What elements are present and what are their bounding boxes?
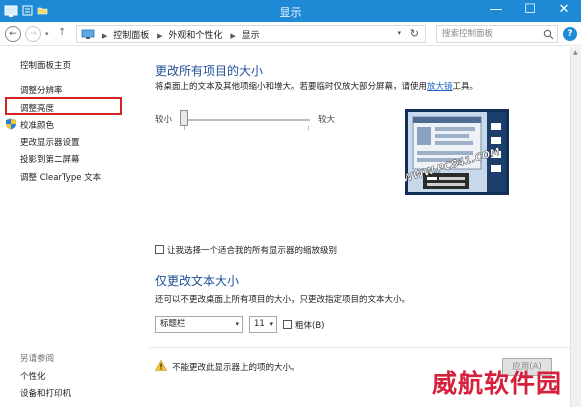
scroll-up-icon[interactable]: ▲	[573, 49, 578, 56]
warning-message: 不能更改此显示器上的项的大小。	[172, 363, 300, 373]
search-input[interactable]	[436, 25, 558, 43]
slider-tick	[184, 126, 185, 130]
breadcrumb-appearance[interactable]: 外观和个性化	[168, 31, 222, 41]
custom-scaling-option[interactable]: 让我选择一个适合我的所有显示器的缩放级别	[155, 244, 337, 256]
section-heading-text-only: 仅更改文本大小	[155, 274, 240, 288]
sidebar-item-display-settings[interactable]: 更改显示器设置	[20, 136, 80, 148]
close-button[interactable]: ✕	[547, 0, 581, 22]
slider-tick	[308, 126, 309, 130]
scaling-description: 将桌面上的文本及其他项缩小和增大。若要临时仅放大部分屏幕，请使用放大镜工具。	[155, 80, 478, 92]
maximize-button[interactable]: ☐	[513, 0, 547, 22]
forward-button[interactable]: →	[25, 26, 41, 42]
title-bar: 显示 — ☐ ✕	[0, 0, 581, 22]
sidebar-home-link[interactable]: 控制面板主页	[20, 59, 71, 71]
highlight-annotation	[5, 97, 122, 115]
help-button[interactable]: ?	[563, 27, 577, 41]
bold-checkbox[interactable]	[283, 320, 292, 329]
description-text: 将桌面上的文本及其他项缩小和增大。若要临时仅放大部分屏幕，请使用	[155, 82, 428, 92]
see-also-heading: 另请参阅	[20, 354, 55, 364]
breadcrumb-separator: ▶	[230, 32, 236, 40]
breadcrumb-separator: ▶	[102, 32, 108, 40]
bold-label: 粗体(B)	[295, 321, 325, 331]
chevron-down-icon: ▾	[235, 320, 239, 328]
custom-scaling-checkbox[interactable]	[155, 245, 164, 254]
warning-icon	[155, 360, 167, 371]
address-bar[interactable]: ▶ 控制面板 ▶ 外观和个性化 ▶ 显示 ▾ ↻	[76, 25, 426, 43]
sidebar-item-calibrate-color[interactable]: 校准颜色	[20, 119, 54, 131]
sidebar-link-devices-printers[interactable]: 设备和打印机	[20, 387, 71, 399]
sidebar-item-cleartype[interactable]: 调整 ClearType 文本	[20, 171, 101, 183]
sidebar-link-personalization[interactable]: 个性化	[20, 370, 46, 382]
font-size-select[interactable]: 11 ▾	[249, 316, 277, 333]
refresh-button[interactable]: ↻	[410, 27, 419, 40]
magnifier-link[interactable]: 放大镜	[427, 82, 453, 92]
breadcrumb-display[interactable]: 显示	[242, 31, 260, 41]
display-preview-image: WWW.PC841.COM	[405, 109, 509, 195]
up-button[interactable]: ↑	[58, 27, 66, 38]
divider	[150, 347, 570, 348]
item-select[interactable]: 标题栏 ▾	[155, 316, 243, 333]
monitor-icon	[81, 29, 95, 39]
sidebar-item-project-second-screen[interactable]: 投影到第二屏幕	[20, 153, 80, 165]
address-dropdown-button[interactable]: ▾	[397, 29, 401, 37]
breadcrumb-separator: ▶	[157, 32, 163, 40]
recent-locations-button[interactable]: ▾	[45, 30, 49, 38]
breadcrumb: ▶ 控制面板 ▶ 外观和个性化 ▶ 显示	[99, 28, 262, 41]
text-size-description: 还可以不更改桌面上所有项目的大小，只更改指定项目的文本大小。	[155, 295, 411, 305]
breadcrumb-control-panel[interactable]: 控制面板	[113, 31, 149, 41]
slider-min-label: 较小	[155, 115, 173, 125]
custom-scaling-label: 让我选择一个适合我的所有显示器的缩放级别	[167, 246, 338, 256]
shield-icon	[6, 118, 16, 130]
scaling-slider-track[interactable]	[180, 119, 310, 121]
minimize-button[interactable]: —	[479, 0, 513, 22]
site-watermark: 威航软件园	[432, 369, 563, 398]
slider-max-label: 较大	[318, 115, 336, 125]
item-select-value: 标题栏	[160, 319, 186, 329]
back-button[interactable]: ←	[5, 26, 21, 42]
sidebar-item-resolution[interactable]: 调整分辨率	[20, 84, 63, 96]
bold-option[interactable]: 粗体(B)	[283, 319, 324, 331]
scrollbar[interactable]: ▲	[570, 47, 581, 407]
font-size-value: 11	[254, 319, 265, 329]
section-heading-all-items: 更改所有项目的大小	[155, 64, 264, 78]
address-toolbar: ← → ▾ ↑ ▶ 控制面板 ▶ 外观和个性化 ▶ 显示 ▾ ↻ ?	[0, 22, 581, 46]
main-content: 更改所有项目的大小 将桌面上的文本及其他项缩小和增大。若要临时仅放大部分屏幕，请…	[150, 47, 570, 407]
chevron-down-icon: ▾	[269, 320, 273, 328]
search-icon[interactable]	[543, 29, 554, 40]
description-text-end: 工具。	[452, 82, 479, 92]
scaling-slider-thumb[interactable]	[180, 110, 188, 126]
